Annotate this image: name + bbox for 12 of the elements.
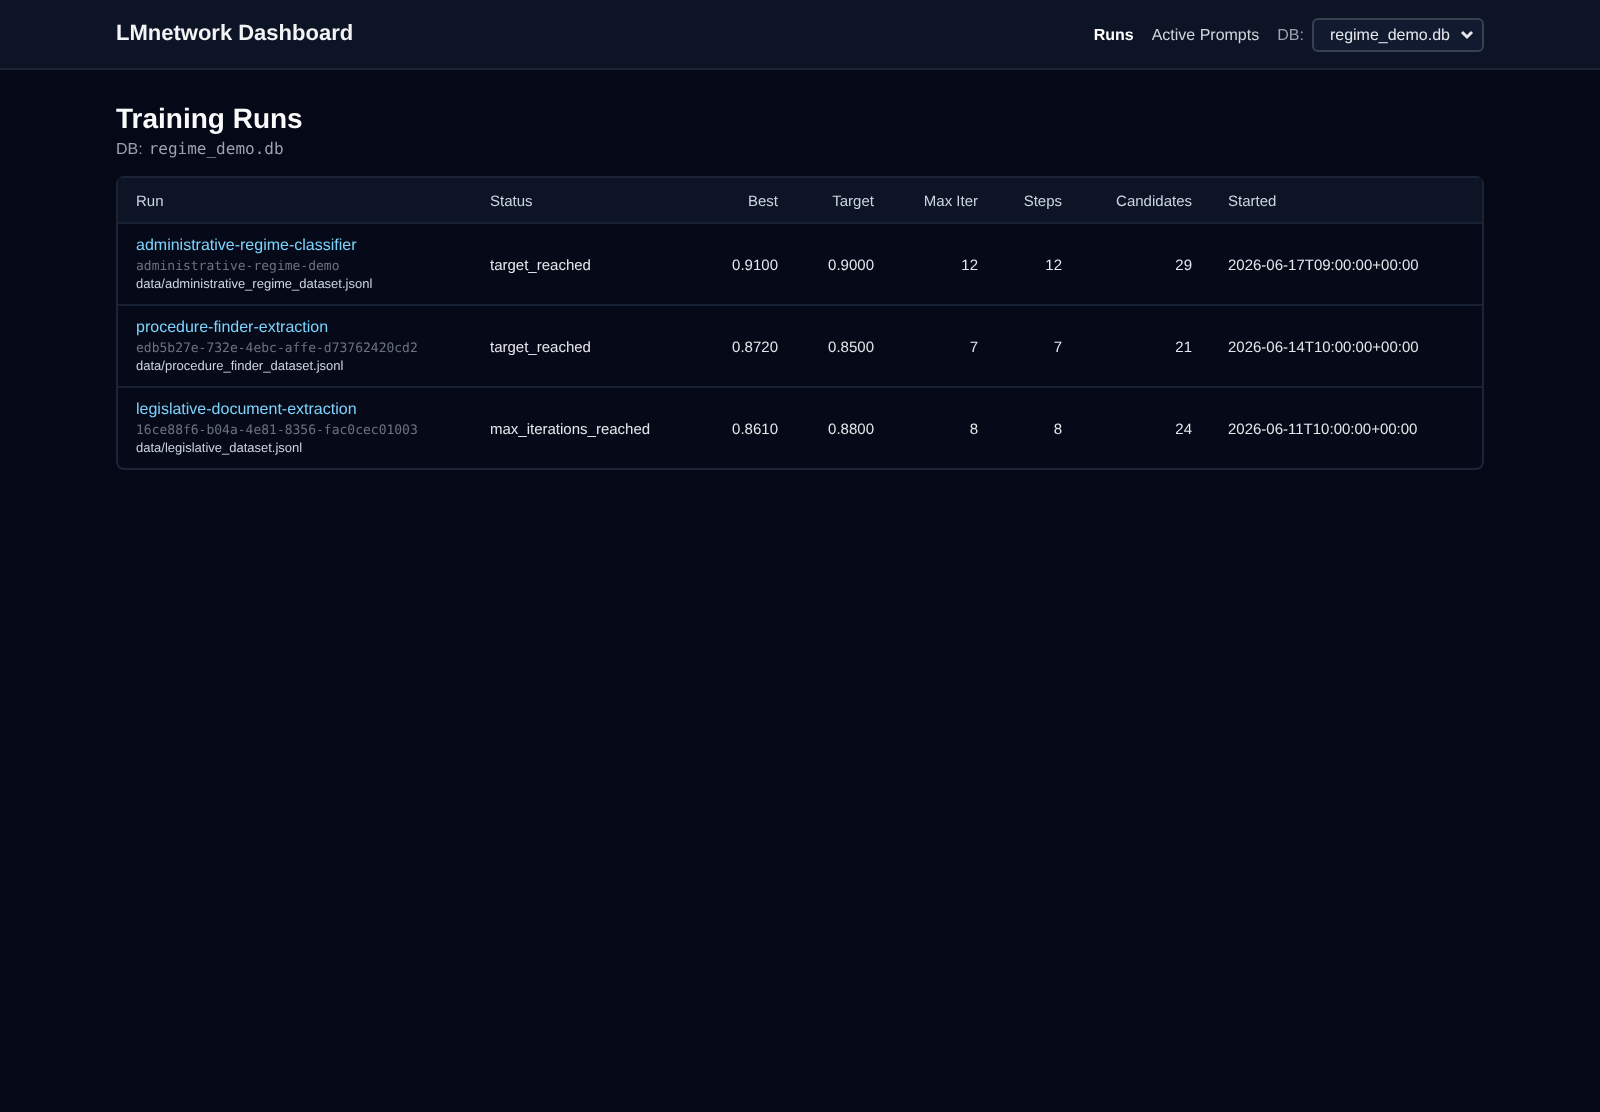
db-label: DB: xyxy=(1277,25,1304,43)
db-name: regime_demo.db xyxy=(148,140,284,158)
db-select[interactable]: regime_demo.db xyxy=(1311,17,1484,51)
run-link[interactable]: administrative-regime-classifier xyxy=(136,236,472,254)
run-link[interactable]: legislative-document-extraction xyxy=(136,400,472,418)
nav-link[interactable]: Runs xyxy=(1093,25,1134,43)
db-label: DB: xyxy=(116,140,143,158)
page-title: Training Runs xyxy=(116,102,305,134)
run-link[interactable]: procedure-finder-extraction xyxy=(136,318,472,336)
app-title: LMnetwork Dashboard xyxy=(116,22,354,46)
nav-link[interactable]: Active Prompts xyxy=(1151,25,1260,43)
caret-icon xyxy=(1460,29,1474,39)
